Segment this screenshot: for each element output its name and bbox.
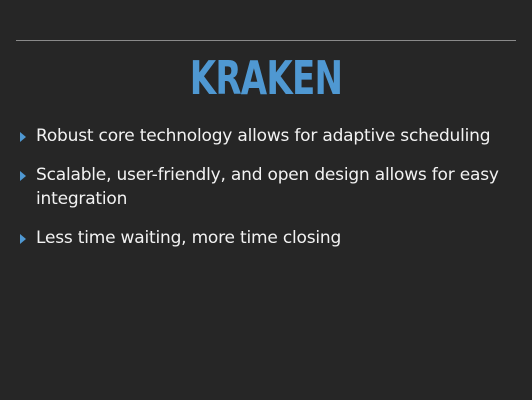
- bullet-item: Less time waiting, more time closing: [20, 226, 516, 250]
- bullet-item: Scalable, user-friendly, and open design…: [20, 163, 516, 211]
- triangle-right-icon: [20, 132, 26, 142]
- bullet-list: Robust core technology allows for adapti…: [20, 124, 516, 265]
- slide-title: KRAKEN: [189, 51, 343, 105]
- bullet-text: Robust core technology allows for adapti…: [36, 126, 491, 146]
- bullet-item: Robust core technology allows for adapti…: [20, 124, 516, 148]
- bullet-text: Less time waiting, more time closing: [36, 228, 342, 248]
- presentation-slide: KRAKEN Robust core technology allows for…: [0, 0, 532, 400]
- triangle-right-icon: [20, 234, 26, 244]
- bullet-text: Scalable, user-friendly, and open design…: [36, 165, 499, 209]
- triangle-right-icon: [20, 171, 26, 181]
- title-divider-line: [16, 40, 516, 41]
